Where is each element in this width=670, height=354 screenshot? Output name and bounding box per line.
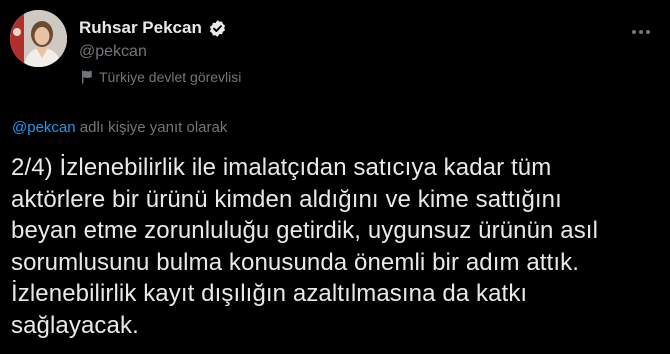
tweet-text-line: İzlenebilirlik kayıt dışılığın azaltılma… bbox=[11, 280, 528, 307]
reply-mention-link[interactable]: @pekcan bbox=[12, 119, 76, 136]
profile-photo-icon bbox=[10, 10, 67, 67]
tweet: Ruhsar Pekcan @pekcan Türkiye devlet gör… bbox=[0, 0, 670, 354]
more-options-button[interactable] bbox=[624, 20, 658, 44]
reply-context-text: adlı kişiye yanıt olarak bbox=[75, 119, 228, 136]
account-label: Türkiye devlet görevlisi bbox=[79, 69, 241, 85]
more-dot-icon bbox=[632, 30, 636, 34]
author-name-row: Ruhsar Pekcan bbox=[79, 18, 227, 38]
author-display-name[interactable]: Ruhsar Pekcan bbox=[79, 18, 202, 38]
avatar[interactable] bbox=[10, 10, 67, 67]
reply-context: @pekcan adlı kişiye yanıt olarak bbox=[12, 119, 227, 136]
tweet-text-line: sağlayacak. bbox=[11, 311, 139, 339]
verified-badge-icon bbox=[208, 19, 227, 38]
government-flag-icon bbox=[79, 69, 95, 85]
author-handle[interactable]: @pekcan bbox=[79, 43, 147, 61]
more-dot-icon bbox=[639, 30, 643, 34]
tweet-text-line: sorumlusunu bulma konusunda önemli bir a… bbox=[11, 248, 579, 276]
tweet-text-line: aktörlere bir ürünü kimden aldığını ve k… bbox=[11, 185, 562, 213]
more-dot-icon bbox=[646, 30, 650, 34]
tweet-text-line: beyan etme zorunluluğu getirdik, uygunsu… bbox=[11, 217, 598, 244]
tweet-text: 2/4) İzlenebilirlik ile imalatçıdan satı… bbox=[11, 152, 661, 341]
government-official-label: Türkiye devlet görevlisi bbox=[99, 69, 242, 85]
tweet-text-line: 2/4) İzlenebilirlik ile imalatçıdan satı… bbox=[11, 154, 552, 181]
